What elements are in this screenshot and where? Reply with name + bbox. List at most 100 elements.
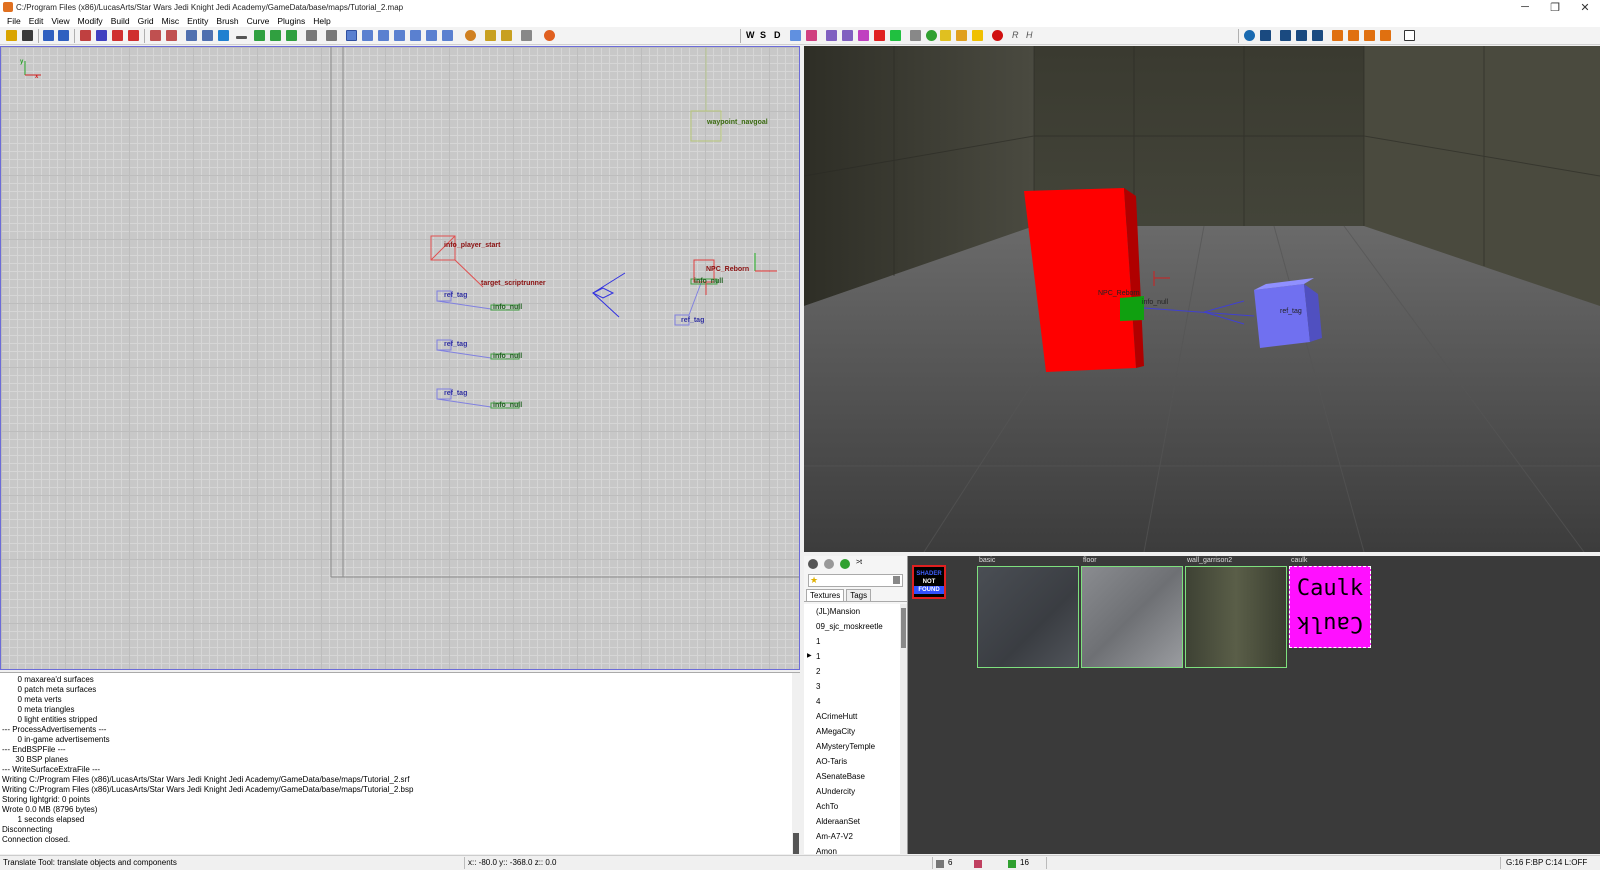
menu-view[interactable]: View — [51, 16, 69, 26]
flip-x-icon[interactable] — [80, 30, 91, 41]
tree-item[interactable]: AlderaanSet — [804, 814, 900, 829]
shader-not-found-tile[interactable]: SHADER NOT FOUND — [912, 565, 946, 599]
tree-item[interactable]: AO-Taris — [804, 754, 900, 769]
light-icon[interactable] — [926, 30, 937, 41]
entity-list-icon[interactable] — [910, 30, 921, 41]
show-all-icon[interactable]: >t — [856, 559, 862, 569]
texture-search-input[interactable]: ★ — [808, 574, 903, 587]
plugin-3-icon[interactable] — [1280, 30, 1291, 41]
menu-file[interactable]: File — [7, 16, 21, 26]
flip-y-icon[interactable] — [96, 30, 107, 41]
menu-grid[interactable]: Grid — [138, 16, 154, 26]
redo-icon[interactable] — [58, 30, 69, 41]
maximize-button[interactable]: ❐ — [1540, 1, 1570, 14]
tab-textures[interactable]: Textures — [806, 589, 845, 601]
tree-item[interactable]: 3 — [804, 679, 900, 694]
select-partial-tall-icon[interactable] — [186, 30, 197, 41]
tree-item[interactable]: 1 — [804, 634, 900, 649]
select-complete-tall-icon[interactable] — [150, 30, 161, 41]
select-inside-icon[interactable] — [202, 30, 213, 41]
tree-item[interactable]: 2 — [804, 664, 900, 679]
resize-tool-icon[interactable] — [426, 30, 437, 41]
menu-entity[interactable]: Entity — [187, 16, 208, 26]
camera-icon[interactable] — [890, 30, 901, 41]
close-button[interactable]: ✕ — [1570, 1, 1600, 14]
tree-item[interactable]: AMegaCity — [804, 724, 900, 739]
texture-lock-icon[interactable] — [326, 30, 337, 41]
toggle-w-button[interactable]: W — [746, 30, 757, 41]
view-yz-icon[interactable] — [858, 30, 869, 41]
menu-misc[interactable]: Misc — [162, 16, 179, 26]
record-icon[interactable] — [992, 30, 1003, 41]
menu-build[interactable]: Build — [111, 16, 130, 26]
texture-tree[interactable]: (JL)Mansion 09_sjc_moskreetle 1 ▶ 1 2 3 4… — [804, 604, 900, 854]
tree-item[interactable]: ACrimeHutt — [804, 709, 900, 724]
plugin-6-icon[interactable] — [1332, 30, 1343, 41]
rotate-tool-icon[interactable] — [362, 30, 373, 41]
patch-bend-icon[interactable] — [485, 30, 496, 41]
cubic-clip-icon[interactable] — [874, 30, 885, 41]
csg-make-room-icon[interactable] — [286, 30, 297, 41]
open-icon[interactable] — [6, 30, 17, 41]
translate-tool-icon[interactable] — [346, 30, 357, 41]
tree-scroll-thumb[interactable] — [901, 608, 906, 648]
undo-icon[interactable] — [43, 30, 54, 41]
save-icon[interactable] — [22, 30, 33, 41]
toggle-r-button[interactable]: R — [1012, 30, 1023, 41]
tree-scrollbar[interactable] — [900, 604, 907, 854]
csg-subtract-icon[interactable] — [254, 30, 265, 41]
expand-arrow-icon[interactable]: ▶ — [807, 649, 812, 664]
camera-view[interactable]: NPC_Reborn info_null ref_tag — [804, 46, 1600, 552]
patch-icon[interactable] — [465, 30, 476, 41]
refresh-models-icon[interactable] — [544, 30, 555, 41]
shader-icon[interactable] — [824, 559, 834, 569]
tree-item[interactable]: 09_sjc_moskreetle — [804, 619, 900, 634]
tree-item[interactable]: AUndercity — [804, 784, 900, 799]
toggle-s-button[interactable]: S — [760, 30, 771, 41]
tree-item[interactable]: Am-A7-V2 — [804, 829, 900, 844]
plugin-2-icon[interactable] — [1260, 30, 1271, 41]
patch-inspector-icon[interactable] — [521, 30, 532, 41]
tree-item[interactable]: (JL)Mansion — [804, 604, 900, 619]
tree-item[interactable]: 4 — [804, 694, 900, 709]
plugin-4-icon[interactable] — [1296, 30, 1307, 41]
csg-hollow-icon[interactable] — [218, 30, 229, 41]
console-scrollbar[interactable] — [792, 673, 800, 854]
clip-tool-icon[interactable] — [442, 30, 453, 41]
refresh-icon[interactable] — [840, 559, 850, 569]
scale-tool-icon[interactable] — [378, 30, 389, 41]
console-scroll-thumb[interactable] — [793, 833, 799, 854]
plugin-5-icon[interactable] — [1312, 30, 1323, 41]
skew-tool-icon[interactable] — [394, 30, 405, 41]
drag-tool-icon[interactable] — [410, 30, 421, 41]
folder-yellow-icon[interactable] — [972, 30, 983, 41]
patch-tesselate-icon[interactable] — [501, 30, 512, 41]
plugin-8-icon[interactable] — [1364, 30, 1375, 41]
menu-edit[interactable]: Edit — [29, 16, 44, 26]
menu-modify[interactable]: Modify — [78, 16, 103, 26]
menu-brush[interactable]: Brush — [216, 16, 238, 26]
toggle-h-button[interactable]: H — [1026, 30, 1037, 41]
plugin-10-icon[interactable] — [1404, 30, 1415, 41]
clipper-icon[interactable] — [306, 30, 317, 41]
console-output[interactable]: 0 maxarea'd surfaces 0 patch meta surfac… — [0, 672, 800, 854]
tree-item[interactable]: ASenateBase — [804, 769, 900, 784]
filter-icon[interactable] — [790, 30, 801, 41]
tab-tags[interactable]: Tags — [846, 589, 872, 601]
plugin-7-icon[interactable] — [1348, 30, 1359, 41]
view-icon[interactable] — [808, 559, 818, 569]
select-touching-icon[interactable] — [166, 30, 177, 41]
tree-item[interactable]: AchTo — [804, 799, 900, 814]
arrow-icon[interactable] — [940, 30, 951, 41]
lock-icon[interactable] — [893, 576, 900, 584]
menu-help[interactable]: Help — [313, 16, 330, 26]
menu-plugins[interactable]: Plugins — [277, 16, 305, 26]
view-xy-icon[interactable] — [826, 30, 837, 41]
toggle-d-button[interactable]: D — [774, 30, 785, 41]
plugin-1-icon[interactable] — [1244, 30, 1255, 41]
tree-item-expandable[interactable]: ▶ 1 — [804, 649, 900, 664]
csg-merge-icon[interactable] — [270, 30, 281, 41]
tree-item[interactable]: AMysteryTemple — [804, 739, 900, 754]
rotate-cw-icon[interactable] — [128, 30, 139, 41]
view-xz-icon[interactable] — [842, 30, 853, 41]
